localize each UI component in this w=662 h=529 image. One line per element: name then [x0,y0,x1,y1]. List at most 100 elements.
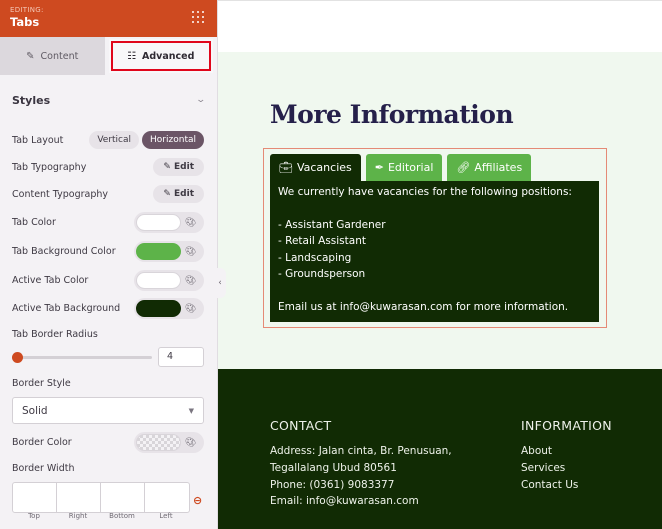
contact-line: Phone: (0361) 9083377 [270,478,395,491]
section-title: Styles [12,93,51,107]
tab-panel: We currently have vacancies for the foll… [270,181,599,322]
edit-label: Edit [174,189,194,199]
layout-horizontal-button[interactable]: Horizontal [142,131,204,149]
border-width-label: Border Width [12,463,75,474]
color-swatch[interactable] [136,272,181,289]
section-heading: More Information [270,100,514,129]
border-width-label-row: Border Width [12,463,204,474]
border-style-label: Border Style [12,378,71,389]
tab-content-label: Content [40,50,79,62]
palette-icon[interactable]: 🎨︎ [185,247,196,257]
palette-icon[interactable]: 🎨︎ [185,276,196,286]
collapse-sidebar-handle[interactable]: ‹ [214,268,226,298]
border-radius-input[interactable]: 4 [158,347,204,367]
active-tab-bg-picker[interactable]: 🎨︎ [134,298,204,319]
styles-section-header[interactable]: Styles ⌄ [12,85,207,115]
tab-advanced[interactable]: ☷ Advanced [108,39,213,73]
panel-intro: We currently have vacancies for the foll… [278,186,572,198]
contact-line: Address: Jalan cinta, Br. Penusuan, [270,445,452,457]
layout-vertical-button[interactable]: Vertical [89,131,140,149]
grid-menu-icon[interactable] [192,11,206,25]
link-values-icon[interactable]: ⊖ [193,494,202,507]
content-typography-row: Content Typography ✎ Edit [12,185,204,203]
tabs-module[interactable]: 💼︎ Vacancies ✒ Editorial 🔗︎ Affiliates W… [263,148,607,328]
tab-label: Editorial [387,161,434,174]
tab-bg-color-picker[interactable]: 🎨︎ [134,241,204,262]
tab-typography-label: Tab Typography [12,161,87,173]
color-swatch[interactable] [136,243,181,260]
panel-item: - Assistant Gardener [278,218,386,231]
tab-bar: 💼︎ Vacancies ✒ Editorial 🔗︎ Affiliates [270,154,532,181]
footer-link-about[interactable]: About [521,443,612,460]
bottom-label: Bottom [109,512,135,520]
border-width-right-input[interactable] [57,483,101,512]
content-typography-edit-button[interactable]: ✎ Edit [153,185,204,203]
tab-editorial[interactable]: ✒ Editorial [365,154,443,181]
footer-link-contact[interactable]: Contact Us [521,477,612,494]
palette-icon[interactable]: 🎨︎ [185,304,196,314]
palette-icon[interactable]: 🎨︎ [185,438,196,448]
pencil-icon: ✎ [26,50,35,62]
tab-typography-edit-button[interactable]: ✎ Edit [153,158,204,176]
tab-layout-row: Tab Layout Vertical Horizontal [12,131,204,149]
contact-line: Tegallalang Ubud 80561 [270,461,397,474]
footer-information: INFORMATION About Services Contact Us [521,418,612,493]
edit-label: Edit [174,162,194,172]
border-color-picker[interactable]: 🎨︎ [134,432,204,453]
left-label: Left [159,512,173,520]
tab-border-radius-label-row: Tab Border Radius [12,329,204,340]
tab-typography-row: Tab Typography ✎ Edit [12,158,204,176]
border-radius-slider-row: 4 [12,347,204,367]
tab-bg-color-row: Tab Background Color 🎨︎ [12,241,204,262]
border-width-inputs [12,482,190,513]
top-label: Top [28,512,40,520]
active-tab-bg-row: Active Tab Background 🎨︎ [12,298,204,319]
editor-sidebar: EDITING: Tabs ✎ Content ☷ Advanced Style… [0,0,218,529]
border-width-left-input[interactable] [145,483,189,512]
tab-color-label: Tab Color [12,217,56,228]
active-tab-color-picker[interactable]: 🎨︎ [134,270,204,291]
tab-vacancies[interactable]: 💼︎ Vacancies [270,154,361,181]
module-title: Tabs [10,15,40,29]
tab-bg-color-label: Tab Background Color [12,246,116,257]
border-color-row: Border Color 🎨︎ [12,432,204,453]
border-width-labels: Top Right Bottom Left [12,512,188,520]
border-width-top-input[interactable] [13,483,57,512]
sliders-icon: ☷ [127,50,137,62]
panel-item: - Retail Assistant [278,235,366,248]
tab-affiliates[interactable]: 🔗︎ Affiliates [447,154,532,181]
border-color-label: Border Color [12,437,72,448]
chevron-down-icon[interactable]: ⌄ [196,95,207,105]
tab-label: Affiliates [474,161,523,174]
tab-label: Vacancies [296,161,352,174]
tab-color-picker[interactable]: 🎨︎ [134,212,204,233]
chevron-left-icon: ‹ [218,278,222,288]
color-swatch[interactable] [136,434,181,451]
content-section: More Information 💼︎ Vacancies ✒ Editoria… [218,52,662,369]
tab-layout-toggle: Vertical Horizontal [89,131,204,149]
border-width-bottom-input[interactable] [101,483,145,512]
sidebar-header: EDITING: Tabs [0,0,217,37]
tab-layout-label: Tab Layout [12,134,64,146]
palette-icon[interactable]: 🎨︎ [185,218,196,228]
panel-item: - Groundsperson [278,268,366,281]
briefcase-icon: 💼︎ [279,161,293,174]
active-tab-color-label: Active Tab Color [12,275,89,286]
border-radius-slider[interactable] [12,351,152,363]
border-style-value: Solid [22,404,48,417]
color-swatch[interactable] [136,300,181,317]
pen-nib-icon: ✒ [374,161,384,174]
footer: CONTACT Address: Jalan cinta, Br. Penusu… [218,369,662,529]
border-style-select[interactable]: Solid ▼ [12,397,204,424]
tab-border-radius-label: Tab Border Radius [12,329,98,340]
page-canvas: More Information 💼︎ Vacancies ✒ Editoria… [218,0,662,529]
editing-label: EDITING: [10,6,44,14]
contact-line: Email: info@kuwarasan.com [270,495,419,508]
slider-thumb[interactable] [12,351,23,363]
color-swatch[interactable] [136,214,181,231]
contact-heading: CONTACT [270,418,332,433]
information-heading: INFORMATION [521,418,612,433]
tab-content[interactable]: ✎ Content [0,37,105,75]
right-label: Right [68,512,88,520]
footer-link-services[interactable]: Services [521,460,612,477]
